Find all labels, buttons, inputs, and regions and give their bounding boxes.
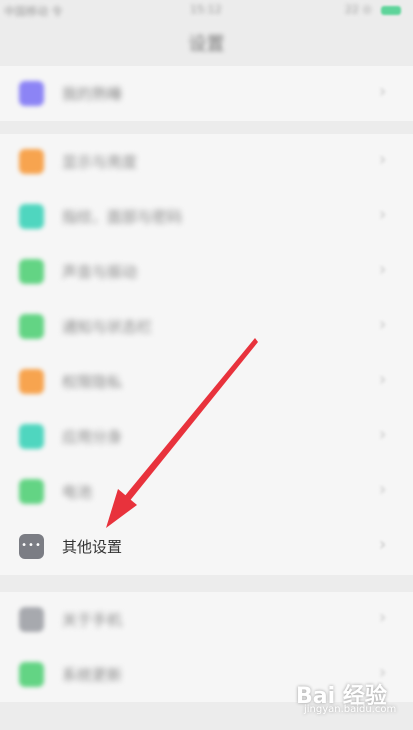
arrow-shaft xyxy=(119,338,258,508)
watermark: Bai 经验 jingyan.baidu.com xyxy=(296,676,406,716)
annotation-arrow xyxy=(106,338,258,528)
watermark-url: jingyan.baidu.com xyxy=(304,704,397,715)
